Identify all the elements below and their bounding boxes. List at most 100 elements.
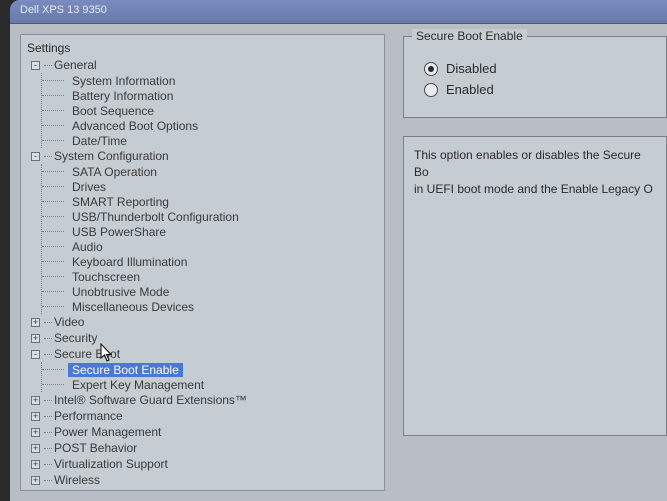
tree-category-row[interactable]: - Secure Boot xyxy=(31,346,378,362)
tree-connector-icon xyxy=(42,216,64,217)
tree-connector-icon xyxy=(44,480,52,481)
expander-plus-icon[interactable]: + xyxy=(31,318,40,327)
tree-connector-icon xyxy=(42,384,64,385)
tree-category-row[interactable]: + Performance xyxy=(31,408,378,424)
expander-plus-icon[interactable]: + xyxy=(31,460,40,469)
tree-item[interactable]: Battery Information xyxy=(42,88,378,103)
tree-item[interactable]: SMART Reporting xyxy=(42,194,378,209)
tree-item-label: SMART Reporting xyxy=(68,195,173,209)
tree-item[interactable]: Audio xyxy=(42,239,378,254)
tree-category-label: Secure Boot xyxy=(54,347,120,361)
tree-category-row[interactable]: - System Configuration xyxy=(31,148,378,164)
expander-plus-icon[interactable]: + xyxy=(31,412,40,421)
tree-category-row[interactable]: + Power Management xyxy=(31,424,378,440)
tree-category-label: Performance xyxy=(54,409,123,423)
tree-connector-icon xyxy=(44,464,52,465)
tree-category: - GeneralSystem InformationBattery Inform… xyxy=(31,57,378,148)
expander-plus-icon[interactable]: + xyxy=(31,396,40,405)
tree-item-label: Advanced Boot Options xyxy=(68,119,202,133)
tree-category-row[interactable]: + Video xyxy=(31,314,378,330)
tree-item[interactable]: Advanced Boot Options xyxy=(42,118,378,133)
tree-category: +Maintenance xyxy=(31,488,378,491)
tree-category-label: Video xyxy=(54,315,84,329)
option-description: This option enables or disables the Secu… xyxy=(403,136,667,436)
tree-connector-icon xyxy=(42,291,64,292)
tree-category: + Intel® Software Guard Extensions™ xyxy=(31,392,378,408)
tree-item[interactable]: USB PowerShare xyxy=(42,224,378,239)
expander-plus-icon[interactable]: + xyxy=(31,444,40,453)
radio-label: Enabled xyxy=(446,82,494,97)
tree-children: System InformationBattery InformationBoo… xyxy=(41,73,378,148)
expander-plus-icon[interactable]: + xyxy=(31,476,40,485)
tree-item-label: Boot Sequence xyxy=(68,104,158,118)
tree-item-label: Miscellaneous Devices xyxy=(68,300,198,314)
tree-category: + Video xyxy=(31,314,378,330)
tree-item[interactable]: Drives xyxy=(42,179,378,194)
tree-category-label: System Configuration xyxy=(54,149,169,163)
secure-boot-enable-group: Secure Boot Enable Disabled Enabled xyxy=(403,36,667,118)
workarea: Settings -GeneralSystem InformationBatte… xyxy=(20,34,667,491)
tree-category-row[interactable]: - General xyxy=(31,57,378,73)
tree-category: + Performance xyxy=(31,408,378,424)
expander-minus-icon[interactable]: - xyxy=(31,152,40,161)
tree-item[interactable]: SATA Operation xyxy=(42,164,378,179)
tree-category-row[interactable]: +Maintenance xyxy=(31,488,378,491)
tree-item-label: Date/Time xyxy=(68,134,131,148)
tree-connector-icon xyxy=(44,432,52,433)
tree-item[interactable]: Miscellaneous Devices xyxy=(42,299,378,314)
tree-item[interactable]: USB/Thunderbolt Configuration xyxy=(42,209,378,224)
radio-icon xyxy=(424,83,438,97)
expander-minus-icon[interactable]: - xyxy=(31,61,40,70)
radio-option-enabled[interactable]: Enabled xyxy=(424,82,652,97)
tree-item[interactable]: Secure Boot Enable xyxy=(42,362,378,377)
tree-category-row[interactable]: +Wireless xyxy=(31,472,378,488)
radio-option-disabled[interactable]: Disabled xyxy=(424,61,652,76)
tree-connector-icon xyxy=(42,246,64,247)
tree-item[interactable]: Date/Time xyxy=(42,133,378,148)
window-titlebar: Dell XPS 13 9350 xyxy=(10,0,667,24)
expander-plus-icon[interactable]: + xyxy=(31,334,40,343)
tree-item-label: Touchscreen xyxy=(68,270,144,284)
tree-item-label: Secure Boot Enable xyxy=(68,363,183,377)
tree-category-row[interactable]: + Virtualization Support xyxy=(31,456,378,472)
tree-category-row[interactable]: + Intel® Software Guard Extensions™ xyxy=(31,392,378,408)
tree-item-label: SATA Operation xyxy=(68,165,161,179)
tree-category-row[interactable]: +POST Behavior xyxy=(31,440,378,456)
radio-icon xyxy=(424,62,438,76)
tree-item[interactable]: System Information xyxy=(42,73,378,88)
tree-category-label: Security xyxy=(54,331,97,345)
tree-item[interactable]: Keyboard Illumination xyxy=(42,254,378,269)
description-line: in UEFI boot mode and the Enable Legacy … xyxy=(414,182,653,196)
tree-category-label: General xyxy=(54,58,97,72)
tree-connector-icon xyxy=(42,201,64,202)
tree-item[interactable]: Expert Key Management xyxy=(42,377,378,392)
tree-category: +Wireless xyxy=(31,472,378,488)
tree-children: SATA OperationDrivesSMART ReportingUSB/T… xyxy=(41,164,378,314)
tree-category-label: Power Management xyxy=(54,425,161,439)
tree-category-label: Intel® Software Guard Extensions™ xyxy=(54,393,247,407)
tree-item[interactable]: Touchscreen xyxy=(42,269,378,284)
tree-category-row[interactable]: + Security xyxy=(31,330,378,346)
tree-item-label: Unobtrusive Mode xyxy=(68,285,173,299)
tree-item[interactable]: Boot Sequence xyxy=(42,103,378,118)
tree-category: + Virtualization Support xyxy=(31,456,378,472)
tree-connector-icon xyxy=(42,171,64,172)
tree-connector-icon xyxy=(42,276,64,277)
tree-connector-icon xyxy=(44,448,52,449)
tree-connector-icon xyxy=(42,95,64,96)
tree-connector-icon xyxy=(44,65,52,66)
window-title: Dell XPS 13 9350 xyxy=(20,4,107,16)
tree-category: -Secure BootSecure Boot EnableExpert Key… xyxy=(31,346,378,392)
tree-item-label: USB/Thunderbolt Configuration xyxy=(68,210,243,224)
tree-category-label: Virtualization Support xyxy=(54,457,168,471)
settings-tree-panel: Settings -GeneralSystem InformationBatte… xyxy=(20,34,385,491)
tree-category: + Power Management xyxy=(31,424,378,440)
bios-window: Dell XPS 13 9350 Settings -GeneralSystem… xyxy=(10,0,667,501)
tree-item[interactable]: Unobtrusive Mode xyxy=(42,284,378,299)
tree-children: Secure Boot EnableExpert Key Management xyxy=(41,362,378,392)
tree-connector-icon xyxy=(42,110,64,111)
tree-connector-icon xyxy=(44,416,52,417)
expander-plus-icon[interactable]: + xyxy=(31,428,40,437)
expander-minus-icon[interactable]: - xyxy=(31,350,40,359)
tree-item-label: Battery Information xyxy=(68,89,177,103)
